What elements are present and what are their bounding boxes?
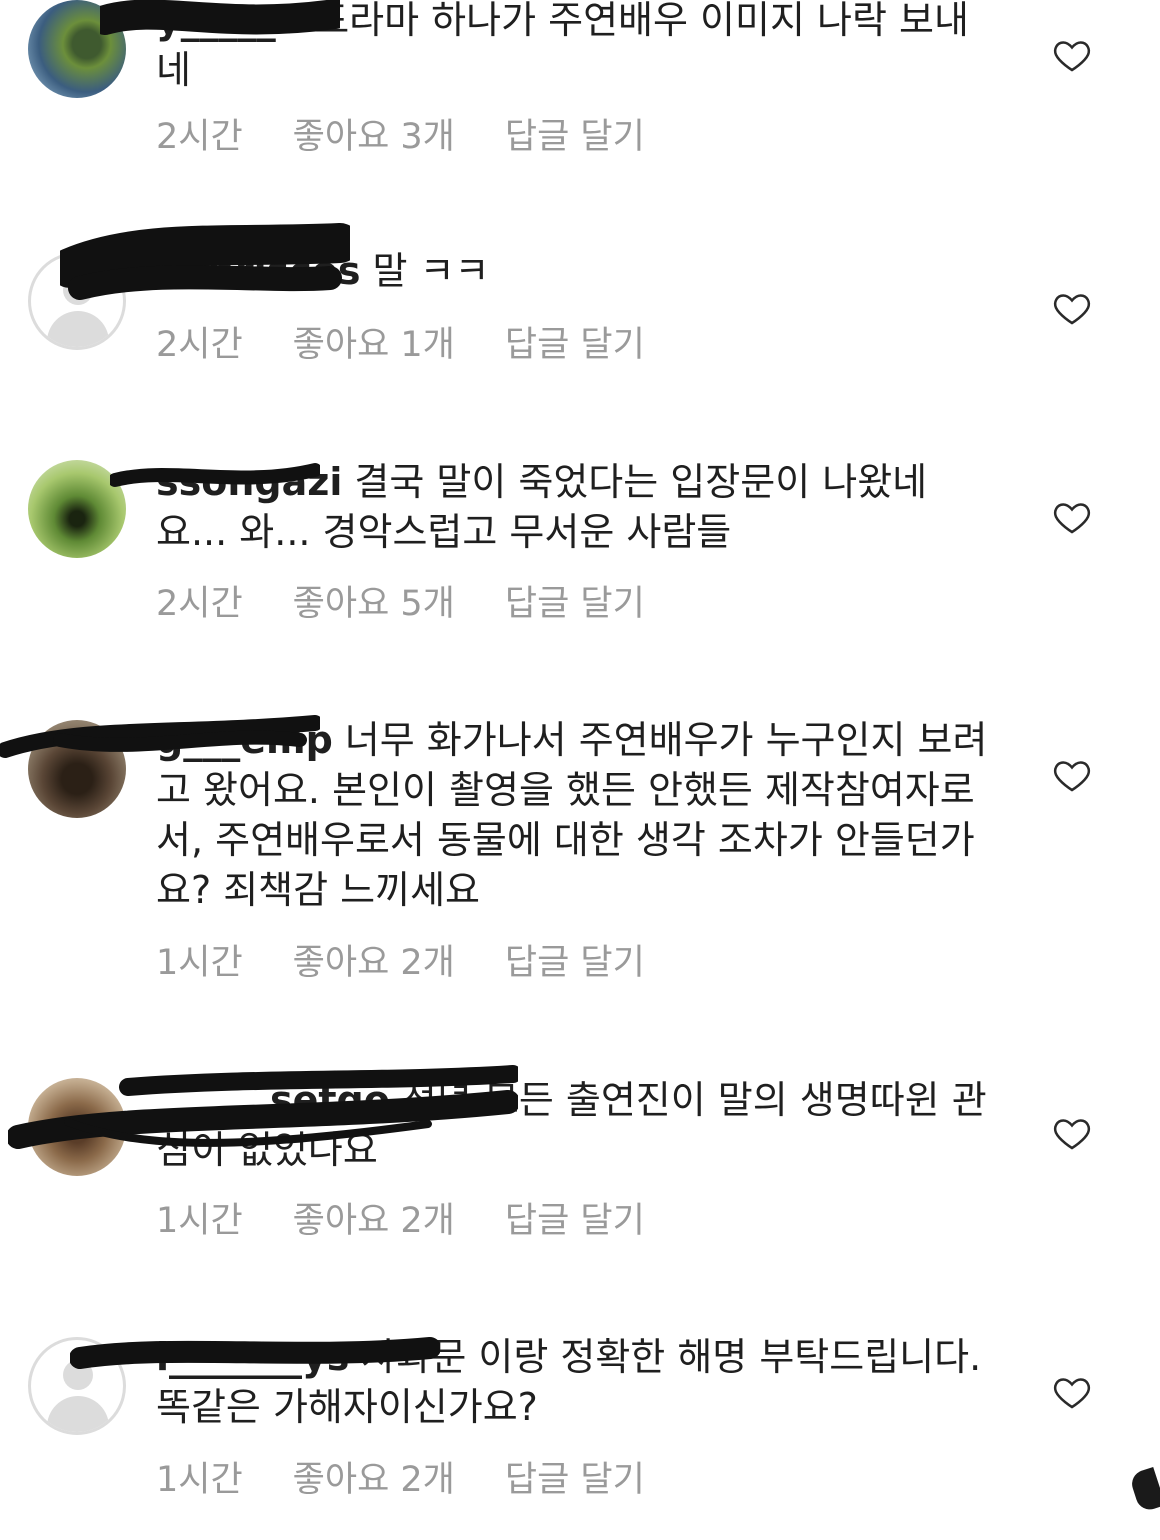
comment-meta: 2시간 좋아요 5개 답글 달기 xyxy=(156,584,695,624)
user-avatar[interactable] xyxy=(28,460,126,558)
heart-icon[interactable] xyxy=(1052,1372,1092,1412)
comment-body: dxbriscos 말 ㅋㅋ xyxy=(156,246,996,296)
comment-time: 2시간 xyxy=(156,325,243,365)
comment-body: y_____9 드라마 하나가 주연배우 이미지 나락 보내네 xyxy=(156,0,996,95)
comment-time: 2시간 xyxy=(156,117,243,157)
heart-icon[interactable] xyxy=(1052,1113,1092,1153)
reply-button[interactable]: 답글 달기 xyxy=(505,117,645,157)
heart-icon[interactable] xyxy=(1052,35,1092,75)
comment-meta: 2시간 좋아요 1개 답글 달기 xyxy=(156,325,695,365)
default-avatar-icon[interactable] xyxy=(28,252,126,350)
reply-button[interactable]: 답글 달기 xyxy=(505,584,645,624)
comment-username[interactable]: dxbriscos xyxy=(156,249,361,293)
comment-body: g___emp 너무 화가나서 주연배우가 누구인지 보려고 왔어요. 본인이 촬… xyxy=(156,715,996,915)
comment-meta: 2시간 좋아요 3개 답글 달기 xyxy=(156,117,695,157)
edge-mark xyxy=(1128,1466,1160,1514)
reply-button[interactable]: 답글 달기 xyxy=(505,325,645,365)
comment-likes[interactable]: 좋아요 2개 xyxy=(293,943,455,983)
comment-body: l_______ys 사과문 이랑 정확한 해명 부탁드립니다. 똑같은 가해자이… xyxy=(156,1332,996,1432)
reply-button[interactable]: 답글 달기 xyxy=(505,1201,645,1241)
comment-time: 1시간 xyxy=(156,943,243,983)
comment-username[interactable]: y_____9 xyxy=(156,0,302,42)
comment-likes[interactable]: 좋아요 5개 xyxy=(293,584,455,624)
comment-body: ssongazi 결국 말이 죽었다는 입장문이 나왔네요... 와... 경악스… xyxy=(156,457,996,557)
heart-icon[interactable] xyxy=(1052,288,1092,328)
comment-time: 1시간 xyxy=(156,1460,243,1500)
user-avatar[interactable] xyxy=(28,1078,126,1176)
user-avatar[interactable] xyxy=(28,720,126,818)
comment-time: 2시간 xyxy=(156,584,243,624)
reply-button[interactable]: 답글 달기 xyxy=(505,1460,645,1500)
comment-username[interactable]: g___emp xyxy=(156,718,333,762)
comment-username[interactable]: ______setgo xyxy=(156,1078,390,1122)
comment-username[interactable]: ssongazi xyxy=(156,460,342,504)
comment-text: 말 ㅋㅋ xyxy=(372,249,490,293)
heart-icon[interactable] xyxy=(1052,497,1092,537)
user-avatar[interactable] xyxy=(28,0,126,98)
comment-likes[interactable]: 좋아요 1개 xyxy=(293,325,455,365)
comment-likes[interactable]: 좋아요 3개 xyxy=(293,117,455,157)
comment-time: 1시간 xyxy=(156,1201,243,1241)
comment-meta: 1시간 좋아요 2개 답글 달기 xyxy=(156,1201,695,1241)
comment-body: ______setgo 정녕 모든 출연진이 말의 생명따윈 관심이 없었나요 xyxy=(156,1075,996,1175)
comment-meta: 1시간 좋아요 2개 답글 달기 xyxy=(156,1460,695,1500)
comment-likes[interactable]: 좋아요 2개 xyxy=(293,1460,455,1500)
comment-likes[interactable]: 좋아요 2개 xyxy=(293,1201,455,1241)
comment-username[interactable]: l_______ys xyxy=(156,1335,349,1379)
heart-icon[interactable] xyxy=(1052,755,1092,795)
comment-meta: 1시간 좋아요 2개 답글 달기 xyxy=(156,943,695,983)
reply-button[interactable]: 답글 달기 xyxy=(505,943,645,983)
default-avatar-icon[interactable] xyxy=(28,1337,126,1435)
